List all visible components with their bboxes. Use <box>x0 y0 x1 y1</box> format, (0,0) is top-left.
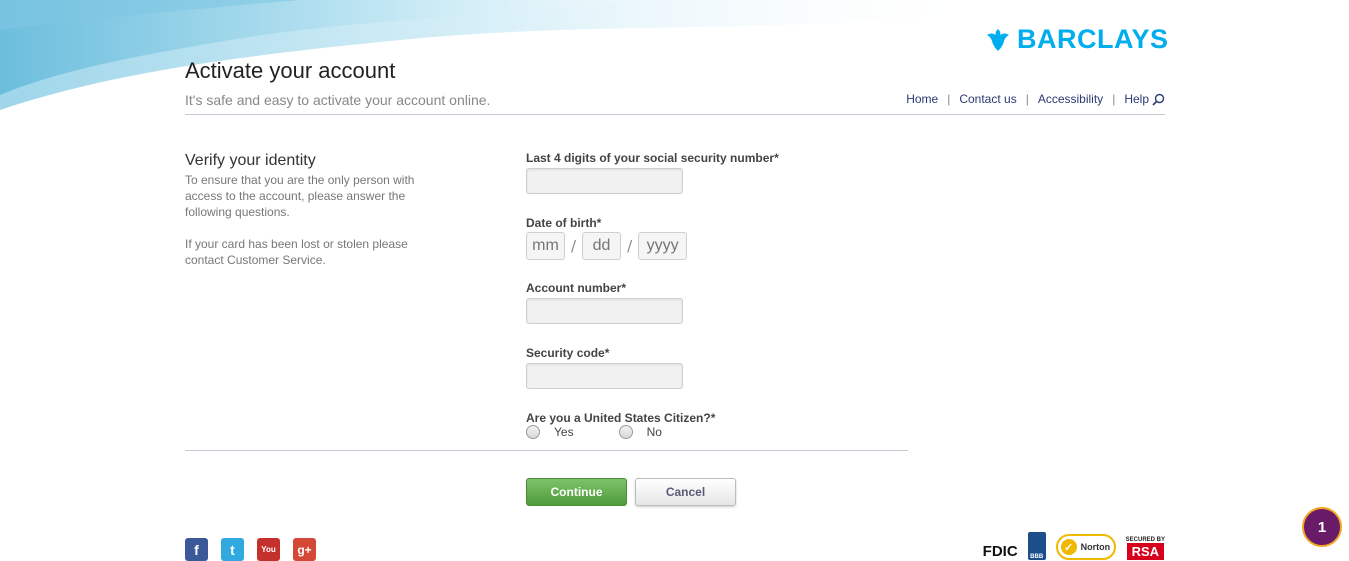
citizen-yes-radio[interactable] <box>526 425 540 439</box>
page-title: Activate your account <box>185 58 396 83</box>
brand-name: BARCLAYS <box>1017 24 1169 54</box>
fdic-logo: FDIC <box>982 543 1018 560</box>
dob-fields: / / <box>526 232 688 260</box>
citizen-yes-label[interactable]: Yes <box>554 425 574 439</box>
dob-month-input[interactable] <box>526 232 565 260</box>
nav-contact-us[interactable]: Contact us <box>959 92 1016 106</box>
security-code-label: Security code* <box>526 346 610 360</box>
citizen-question-label: Are you a United States Citizen?* <box>526 411 716 425</box>
citizen-no-radio[interactable] <box>618 425 633 439</box>
facebook-icon[interactable]: f <box>185 538 208 561</box>
nav-separator: | <box>1025 92 1029 106</box>
ssn-label: Last 4 digits of your social security nu… <box>526 151 779 165</box>
social-links: f t You g+ <box>185 538 316 561</box>
page-subtitle: It's safe and easy to activate your acco… <box>185 92 491 108</box>
nav-home[interactable]: Home <box>906 92 938 106</box>
google-plus-icon[interactable]: g+ <box>293 538 316 561</box>
dob-slash: / <box>627 237 633 255</box>
rsa-seal[interactable]: SECURED BY RSA <box>1126 537 1165 560</box>
search-icon[interactable] <box>1152 93 1165 106</box>
barclays-logo[interactable]: BARCLAYS <box>985 24 1169 55</box>
checkmark-icon: ✓ <box>1060 539 1077 555</box>
eagle-icon <box>987 28 1009 51</box>
nav-separator: | <box>947 92 951 106</box>
norton-secured-seal[interactable]: ✓ Norton <box>1055 534 1116 560</box>
lost-card-note: If your card has been lost or stolen ple… <box>185 237 408 267</box>
ssn-input[interactable] <box>526 168 683 194</box>
header-divider <box>185 114 1165 115</box>
citizen-no-label[interactable]: No <box>647 425 662 439</box>
notification-badge[interactable]: 1 <box>1302 507 1342 547</box>
twitter-icon[interactable]: t <box>221 538 244 561</box>
dob-day-input[interactable] <box>582 232 622 260</box>
account-number-input[interactable] <box>526 298 683 324</box>
dob-year-input[interactable] <box>638 232 688 260</box>
security-code-input[interactable] <box>526 363 683 389</box>
nav-accessibility[interactable]: Accessibility <box>1038 92 1103 106</box>
cancel-button[interactable]: Cancel <box>635 478 736 506</box>
verify-identity-intro: To ensure that you are the only person w… <box>185 173 415 219</box>
top-navigation: Home | Contact us | Accessibility | Help <box>906 92 1165 106</box>
youtube-icon[interactable]: You <box>257 538 280 561</box>
continue-button[interactable]: Continue <box>526 478 627 506</box>
rsa-label: RSA <box>1126 543 1165 560</box>
nav-help[interactable]: Help <box>1124 92 1149 106</box>
trust-seals: FDIC BBB ✓ Norton SECURED BY RSA <box>983 530 1165 560</box>
dob-label: Date of birth* <box>526 216 602 230</box>
account-number-label: Account number* <box>526 281 627 295</box>
form-divider <box>185 450 908 451</box>
bbb-seal[interactable]: BBB <box>1027 532 1046 560</box>
norton-label: Norton <box>1080 542 1111 552</box>
dob-slash: / <box>571 237 577 255</box>
verify-identity-heading: Verify your identity <box>185 152 316 169</box>
nav-separator: | <box>1112 92 1116 106</box>
citizen-radio-group: Yes No <box>526 425 662 439</box>
